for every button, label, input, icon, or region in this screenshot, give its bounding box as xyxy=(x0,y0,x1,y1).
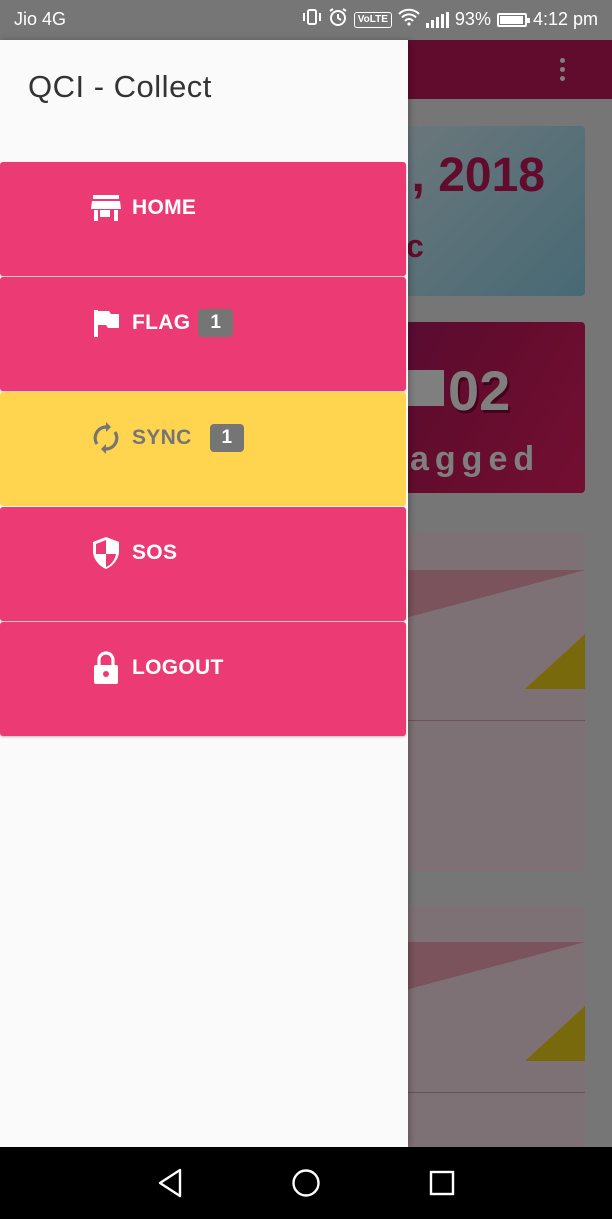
flag-count-badge: 1 xyxy=(198,309,233,337)
menu-item-label: SOS xyxy=(132,541,178,564)
status-bar: Jio 4G VoLTE 93% 4:12 pm xyxy=(0,0,612,40)
menu-item-label: SYNC xyxy=(132,426,192,449)
carrier-label: Jio 4G xyxy=(14,9,67,29)
signal-icon xyxy=(425,11,449,28)
wifi-icon xyxy=(398,8,420,31)
vibrate-icon xyxy=(302,8,322,31)
home-button[interactable] xyxy=(290,1167,322,1199)
menu-item-home[interactable]: HOME xyxy=(0,162,406,276)
drawer-menu: HOME FLAG 1 SYNC 1 SOS LOGOUT xyxy=(0,162,406,737)
lock-icon xyxy=(90,651,122,684)
recents-button[interactable] xyxy=(426,1167,458,1199)
clock: 4:12 pm xyxy=(532,9,598,29)
menu-item-label: HOME xyxy=(132,196,197,219)
menu-item-sos[interactable]: SOS xyxy=(0,507,406,621)
sync-count-badge: 1 xyxy=(209,424,245,452)
battery-percent: 93% xyxy=(454,9,491,29)
menu-item-label: FLAG xyxy=(132,311,191,334)
sync-icon xyxy=(90,422,122,454)
menu-item-label: LOGOUT xyxy=(132,656,224,679)
volte-badge: VoLTE xyxy=(353,11,392,28)
system-nav-bar xyxy=(0,1147,612,1219)
menu-item-logout[interactable]: LOGOUT xyxy=(0,622,406,736)
menu-item-sync[interactable]: SYNC 1 xyxy=(0,392,406,506)
battery-icon xyxy=(496,12,530,27)
store-icon xyxy=(90,192,122,224)
alarm-icon xyxy=(328,7,348,32)
back-button[interactable] xyxy=(154,1167,186,1199)
menu-item-flag[interactable]: FLAG 1 xyxy=(0,277,406,391)
flag-icon xyxy=(90,307,122,339)
navigation-drawer: QCI - Collect HOME FLAG 1 SYNC 1 SOS LOG… xyxy=(0,40,408,1147)
app-title: QCI - Collect xyxy=(28,69,212,104)
shield-icon xyxy=(90,537,122,569)
